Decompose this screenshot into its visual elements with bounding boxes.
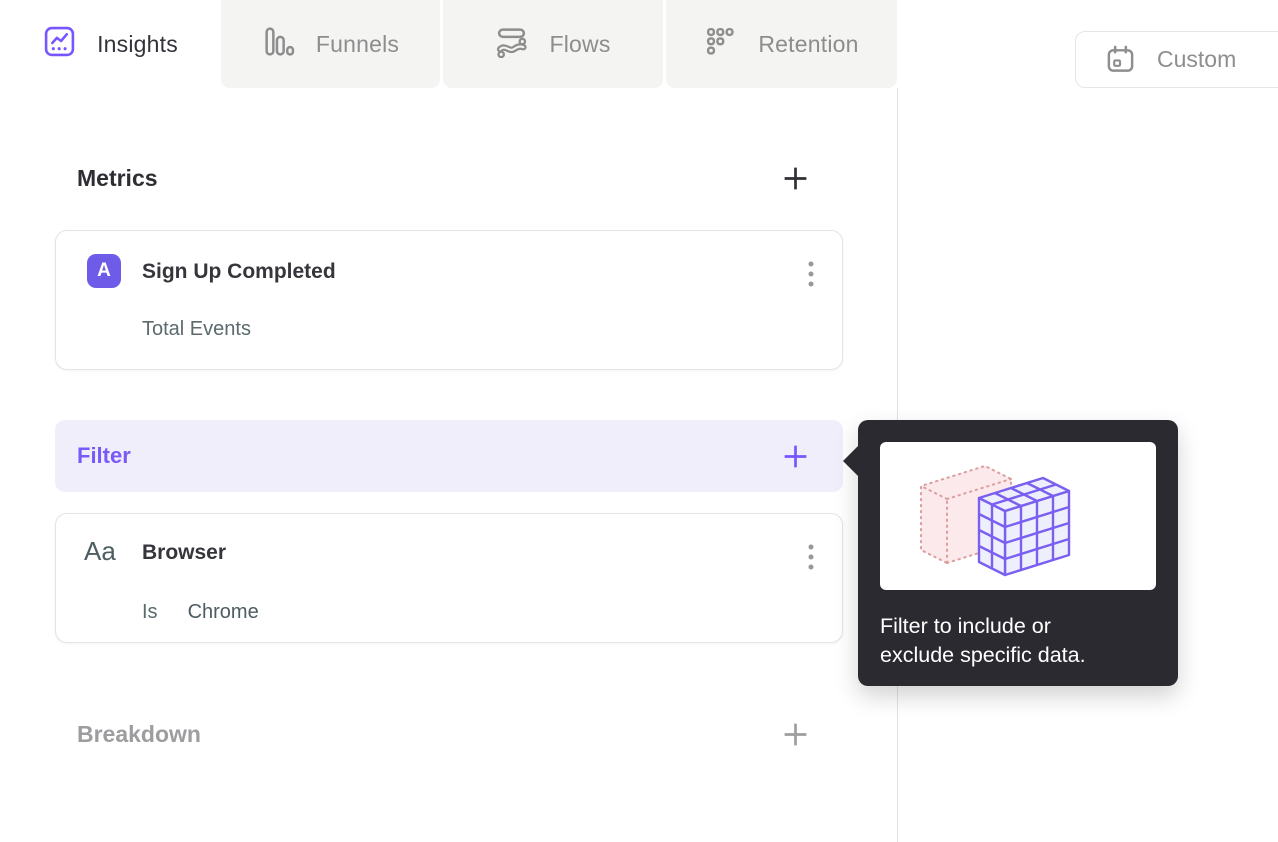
filter-header-row[interactable]: Filter [55, 420, 843, 492]
tooltip-text: Filter to include or exclude specific da… [880, 612, 1162, 670]
tab-funnels[interactable]: Funnels [221, 0, 440, 88]
filter-tooltip: Filter to include or exclude specific da… [843, 420, 1178, 686]
tab-flows-label: Flows [549, 30, 611, 57]
tab-funnels-label: Funnels [315, 30, 400, 57]
date-range-label: Custom [1157, 46, 1237, 72]
funnels-bars-icon [262, 25, 295, 63]
add-breakdown-button[interactable] [781, 720, 810, 749]
filter-value[interactable]: Chrome [188, 598, 259, 626]
calendar-icon [1105, 44, 1136, 75]
filter-title: Filter [77, 443, 131, 468]
add-metric-button[interactable] [781, 164, 810, 193]
metric-event-name[interactable]: Sign Up Completed [142, 257, 336, 287]
tooltip-illustration [880, 442, 1156, 590]
filter-card[interactable]: Aa Browser Is Chrome [55, 513, 843, 643]
filter-clause: Is Chrome [142, 598, 259, 626]
metric-card[interactable]: A Sign Up Completed Total Events [55, 230, 843, 370]
filter-menu-button[interactable] [804, 539, 818, 575]
metric-menu-button[interactable] [804, 256, 818, 292]
tooltip-arrow [843, 446, 858, 476]
date-range-custom-button[interactable]: Custom [1075, 31, 1278, 88]
tooltip-text-line2: exclude specific data. [880, 643, 1086, 667]
metrics-title: Metrics [77, 164, 158, 191]
tab-insights-label: Insights [97, 30, 178, 57]
breakdown-header: Breakdown [55, 712, 843, 756]
metrics-header: Metrics [55, 156, 843, 200]
metric-series-badge: A [87, 254, 121, 288]
plus-icon [781, 720, 810, 749]
kebab-menu-icon [808, 543, 814, 571]
flows-stream-icon [495, 25, 528, 63]
plus-icon [781, 164, 810, 193]
tab-bar: Insights Funnels Flows Retention [0, 0, 897, 88]
tab-flows[interactable]: Flows [443, 0, 663, 88]
string-property-type-icon: Aa [84, 536, 116, 566]
filter-property-name[interactable]: Browser [142, 538, 226, 568]
filter-cube-illustration [880, 442, 1156, 590]
plus-icon [781, 442, 810, 471]
add-filter-button[interactable] [781, 442, 810, 471]
kebab-menu-icon [808, 260, 814, 288]
retention-dots-icon [704, 25, 737, 63]
breakdown-title: Breakdown [77, 720, 201, 747]
insights-chart-icon [43, 25, 76, 63]
tab-retention-label: Retention [758, 30, 859, 57]
filter-operator[interactable]: Is [142, 598, 158, 626]
tab-retention[interactable]: Retention [666, 0, 897, 88]
tooltip-text-line1: Filter to include or [880, 614, 1051, 638]
tab-insights[interactable]: Insights [0, 0, 221, 88]
metric-aggregation[interactable]: Total Events [142, 315, 251, 343]
